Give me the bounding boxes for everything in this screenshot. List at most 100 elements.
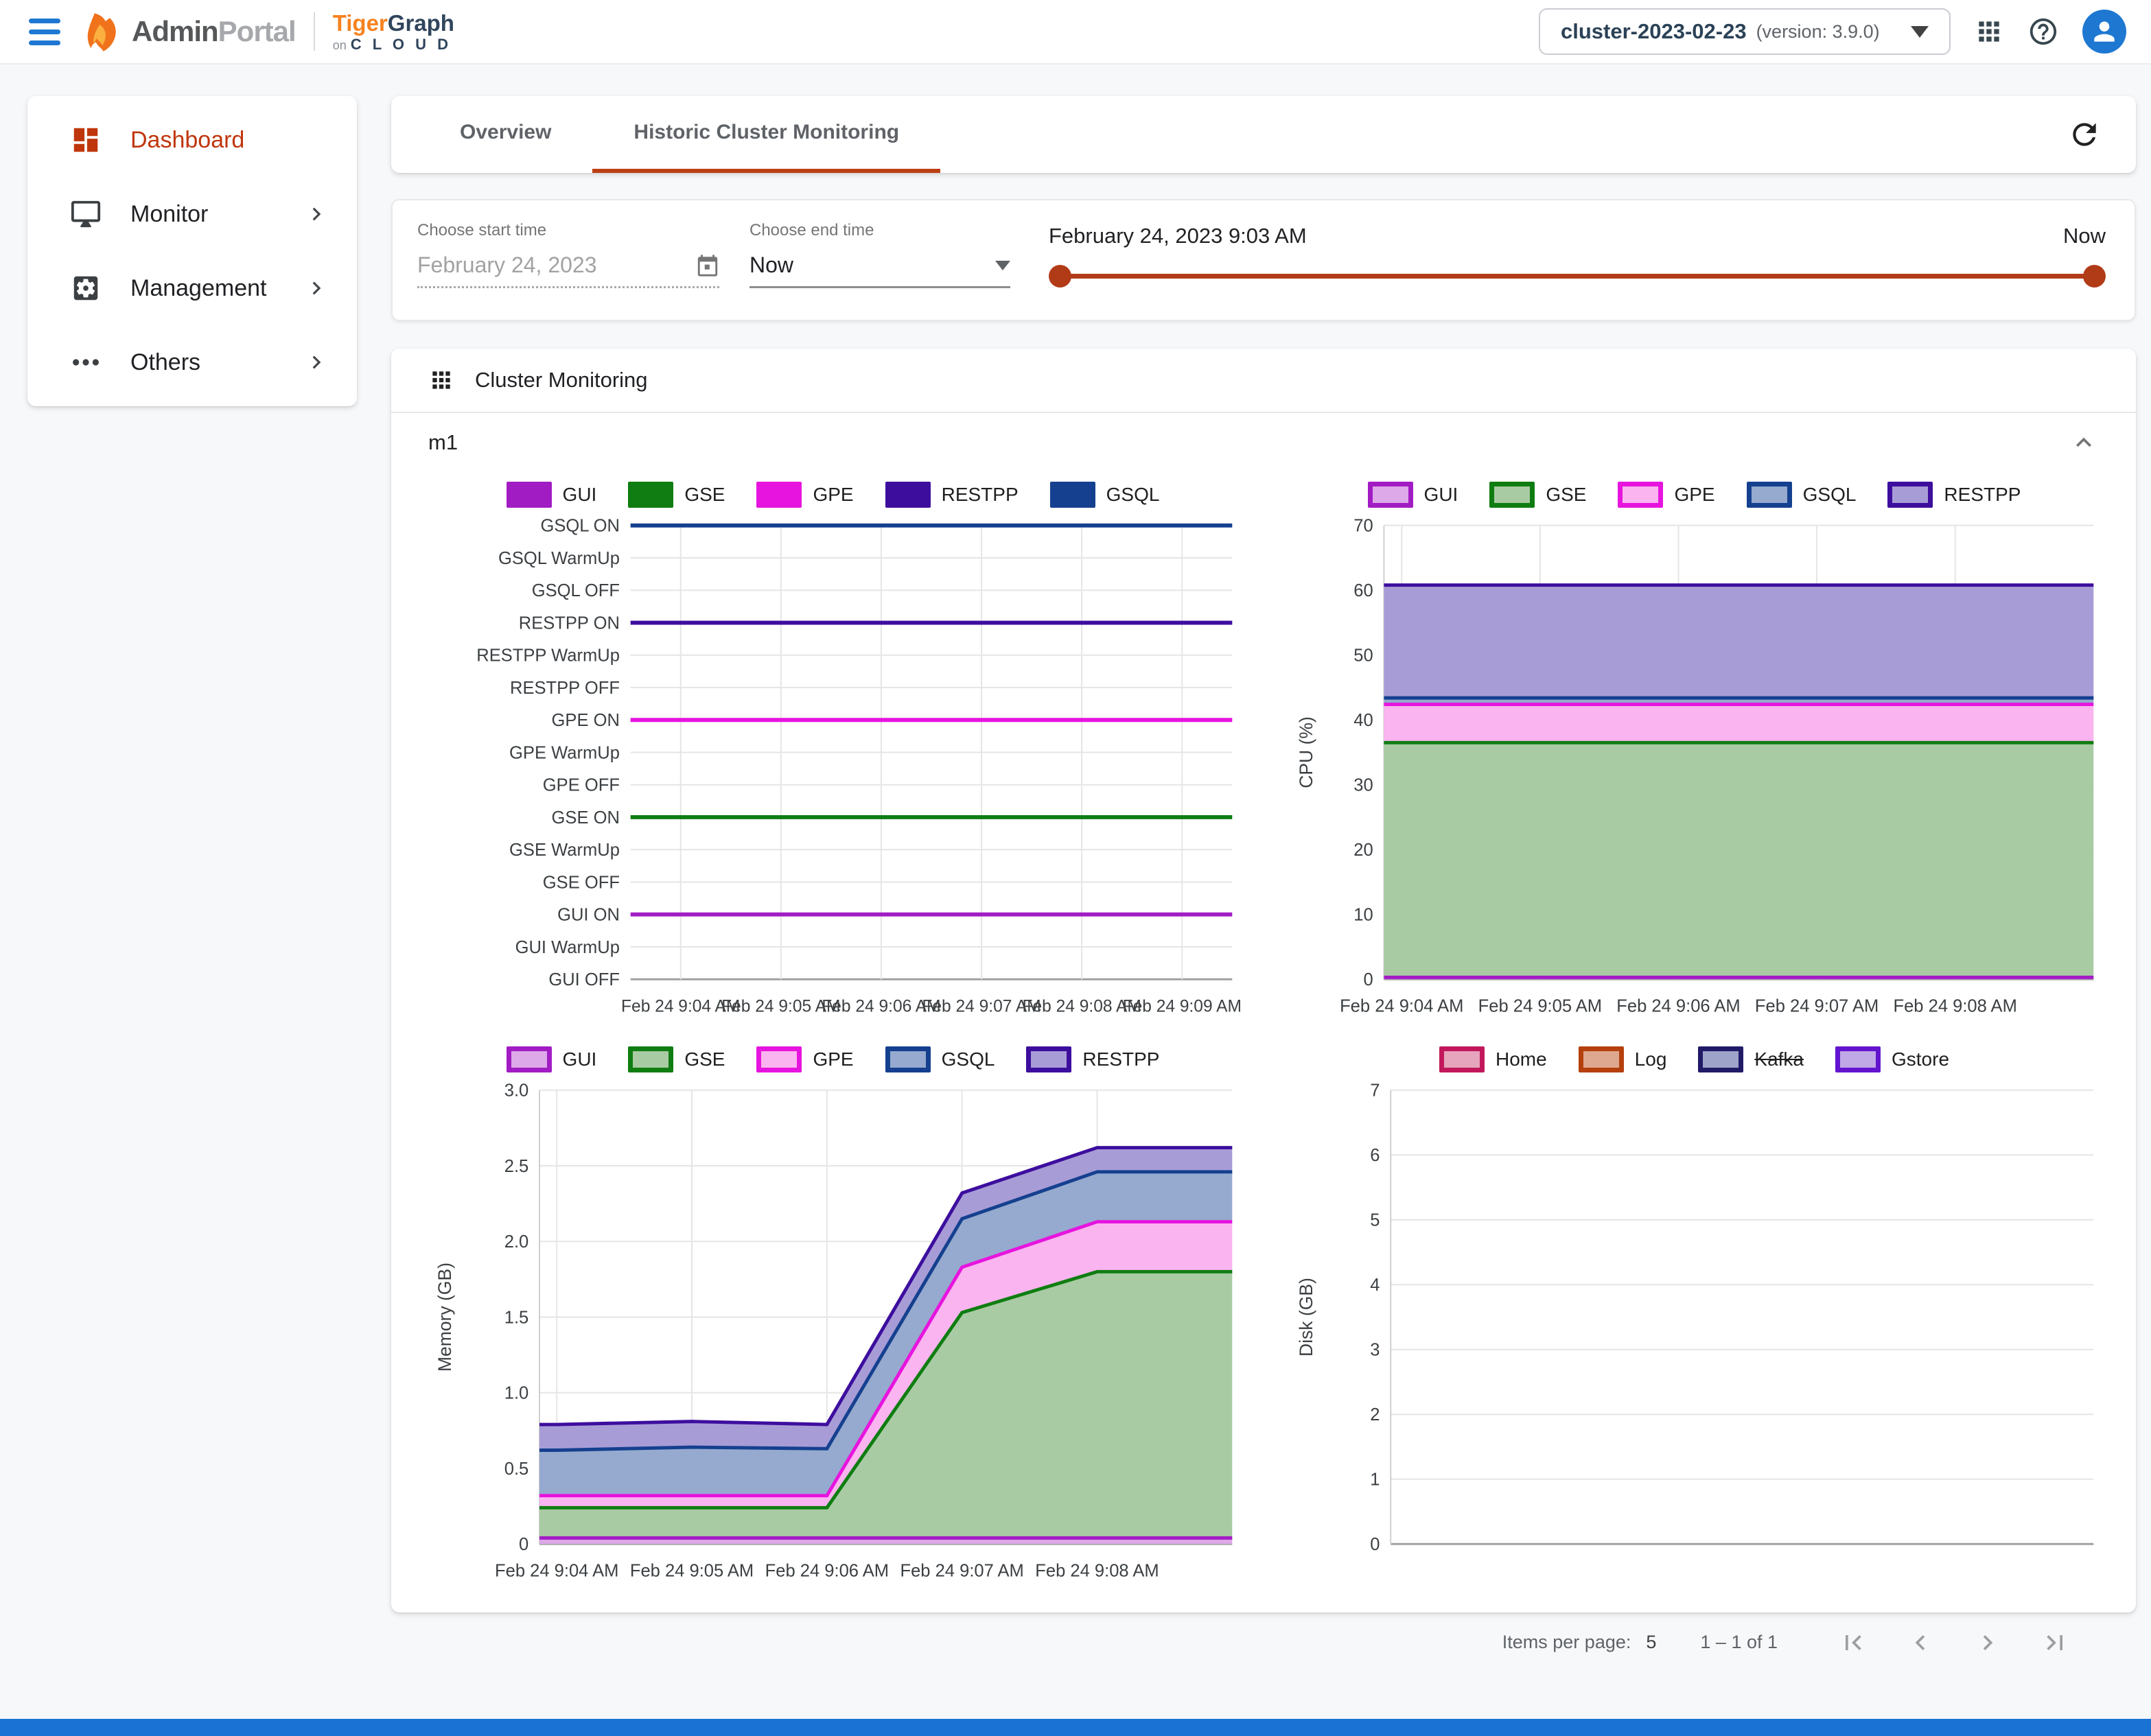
svg-text:GSE WarmUp: GSE WarmUp <box>509 841 620 860</box>
user-avatar[interactable] <box>2082 10 2126 54</box>
next-page-icon[interactable] <box>1973 1628 2003 1658</box>
legend-swatch <box>1887 482 1933 508</box>
legend-kafka[interactable]: Kafka <box>1698 1046 1804 1072</box>
legend-gse[interactable]: GSE <box>628 1046 725 1072</box>
last-page-icon[interactable] <box>2040 1628 2070 1658</box>
items-per-page-value[interactable]: 5 <box>1646 1632 1656 1653</box>
chart-legend: GUI GSE GPE GSQL RESTPP <box>421 1037 1244 1082</box>
svg-text:3.0: 3.0 <box>504 1082 529 1101</box>
slider-handle-end[interactable] <box>2083 265 2106 288</box>
time-range-panel: Choose start time February 24, 2023 Choo… <box>391 199 2136 321</box>
tab-bar: Overview Historic Cluster Monitoring <box>391 96 2136 173</box>
svg-text:1.0: 1.0 <box>504 1383 529 1403</box>
legend-log[interactable]: Log <box>1579 1046 1667 1072</box>
tab-historic-cluster-monitoring[interactable]: Historic Cluster Monitoring <box>592 96 940 173</box>
legend-swatch <box>628 1046 673 1072</box>
app-header: AdminPortal TigerGraph onC L O U D clust… <box>0 0 2151 64</box>
refresh-button[interactable] <box>2060 110 2108 159</box>
legend-gui[interactable]: GUI <box>507 1046 597 1072</box>
tab-overview[interactable]: Overview <box>419 96 592 173</box>
legend-restpp[interactable]: RESTPP <box>885 482 1019 508</box>
svg-text:Disk (GB): Disk (GB) <box>1296 1278 1316 1357</box>
sidebar-item-monitor[interactable]: Monitor <box>27 177 357 251</box>
first-page-icon[interactable] <box>1838 1628 1868 1658</box>
legend-swatch <box>885 482 931 508</box>
legend-gse[interactable]: GSE <box>1489 482 1586 508</box>
sidebar-item-label: Management <box>130 275 303 302</box>
logo-divider <box>314 12 315 51</box>
svg-text:GPE ON: GPE ON <box>552 711 620 730</box>
menu-icon[interactable] <box>29 19 60 45</box>
time-range-slider[interactable] <box>1049 263 2106 288</box>
legend-label: GSE <box>684 1048 725 1070</box>
legend-swatch <box>1050 482 1095 508</box>
collapse-icon[interactable] <box>2069 427 2099 458</box>
legend-home[interactable]: Home <box>1439 1046 1547 1072</box>
paginator: Items per page: 5 1 – 1 of 1 <box>391 1628 2136 1658</box>
time-range-slider-zone: February 24, 2023 9:03 AM Now <box>1049 221 2106 320</box>
svg-text:Feb 24 9:08 AM: Feb 24 9:08 AM <box>1035 1561 1159 1580</box>
cluster-select[interactable]: cluster-2023-02-23 (version: 3.9.0) <box>1539 8 1951 55</box>
legend-swatch <box>1439 1046 1485 1072</box>
svg-text:2: 2 <box>1370 1405 1380 1424</box>
svg-text:Memory (GB): Memory (GB) <box>434 1263 455 1372</box>
svg-text:GSQL ON: GSQL ON <box>540 517 619 536</box>
svg-text:6: 6 <box>1370 1146 1380 1165</box>
svg-text:Feb 24 9:07 AM: Feb 24 9:07 AM <box>900 1561 1023 1580</box>
sidebar-item-management[interactable]: Management <box>27 251 357 325</box>
legend-restpp[interactable]: RESTPP <box>1026 1046 1159 1072</box>
legend-label: GPE <box>1674 484 1714 506</box>
end-time-select[interactable]: Now <box>749 253 1010 288</box>
legend-swatch <box>1698 1046 1743 1072</box>
panel-title: Cluster Monitoring <box>475 368 648 392</box>
cpu-usage-chart: GUIGSEGPEGSQLRESTPP 010203040506070Feb 2… <box>1283 472 2106 1030</box>
legend-swatch <box>507 482 552 508</box>
sidebar-item-dashboard[interactable]: Dashboard <box>27 103 357 177</box>
chevron-right-icon <box>303 275 329 301</box>
sidebar-item-label: Dashboard <box>130 127 329 154</box>
service-status-chart-svg: GSQL ONGSQL WarmUpGSQL OFFRESTPP ONRESTP… <box>421 517 1244 1030</box>
legend-label: RESTPP <box>1944 484 2021 506</box>
chevron-right-icon <box>303 349 329 375</box>
legend-gpe[interactable]: GPE <box>756 1046 853 1072</box>
legend-gsql[interactable]: GSQL <box>1747 482 1857 508</box>
items-per-page-label: Items per page: <box>1502 1632 1631 1653</box>
legend-label: GUI <box>1424 484 1458 506</box>
end-time-value: Now <box>749 253 995 278</box>
legend-gui[interactable]: GUI <box>1368 482 1458 508</box>
svg-text:Feb 24 9:05 AM: Feb 24 9:05 AM <box>630 1561 754 1580</box>
legend-label: Home <box>1496 1048 1547 1070</box>
calendar-icon[interactable] <box>696 254 719 277</box>
start-time-field: Choose start time February 24, 2023 <box>417 221 719 320</box>
start-time-input[interactable]: February 24, 2023 <box>417 253 719 288</box>
svg-text:GUI OFF: GUI OFF <box>548 970 620 989</box>
sidebar-item-others[interactable]: Others <box>27 325 357 399</box>
svg-text:1.5: 1.5 <box>504 1308 529 1327</box>
legend-gui[interactable]: GUI <box>507 482 597 508</box>
monitor-icon <box>70 198 102 230</box>
legend-label: Log <box>1635 1048 1667 1070</box>
cluster-version: (version: 3.9.0) <box>1756 21 1880 43</box>
previous-page-icon[interactable] <box>1905 1628 1935 1658</box>
grid-icon <box>428 367 454 393</box>
legend-swatch <box>1579 1046 1624 1072</box>
legend-gpe[interactable]: GPE <box>1618 482 1714 508</box>
legend-gpe[interactable]: GPE <box>756 482 853 508</box>
legend-gsql[interactable]: GSQL <box>885 1046 995 1072</box>
help-icon[interactable] <box>2027 16 2059 47</box>
legend-gstore[interactable]: Gstore <box>1835 1046 1949 1072</box>
slider-handle-start[interactable] <box>1049 265 1071 288</box>
svg-text:Feb 24 9:08 AM: Feb 24 9:08 AM <box>1894 996 2017 1016</box>
legend-restpp[interactable]: RESTPP <box>1887 482 2021 508</box>
svg-text:GUI WarmUp: GUI WarmUp <box>515 938 620 957</box>
svg-text:10: 10 <box>1353 906 1373 925</box>
apps-grid-icon[interactable] <box>1974 16 2004 47</box>
end-time-field: Choose end time Now <box>749 221 1010 320</box>
svg-text:GPE WarmUp: GPE WarmUp <box>509 743 620 762</box>
legend-gsql[interactable]: GSQL <box>1050 482 1160 508</box>
sidebar: Dashboard Monitor Management Others <box>27 96 357 406</box>
legend-swatch <box>1026 1046 1071 1072</box>
legend-gse[interactable]: GSE <box>628 482 725 508</box>
node-title: m1 <box>428 430 458 455</box>
slider-track[interactable] <box>1058 274 2096 279</box>
